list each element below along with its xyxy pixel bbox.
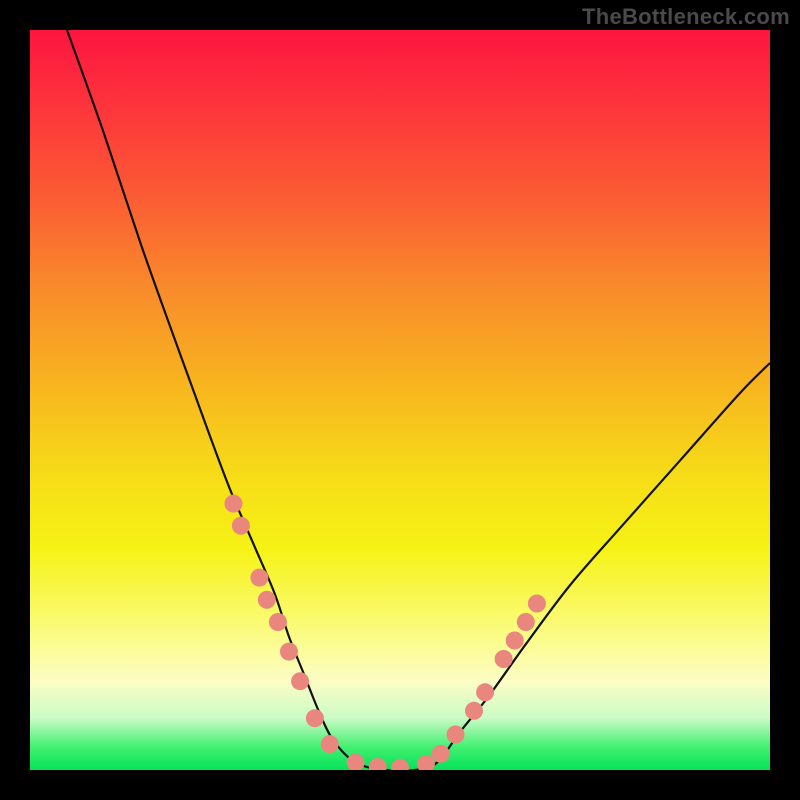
curve-marker (528, 595, 546, 613)
plot-area (30, 30, 770, 770)
curve-marker (258, 591, 276, 609)
watermark-text: TheBottleneck.com (582, 4, 790, 30)
curve-marker (306, 709, 324, 727)
chart-stage: TheBottleneck.com (0, 0, 800, 800)
curve-marker (321, 735, 339, 753)
curve-marker (465, 702, 483, 720)
curve-marker (291, 672, 309, 690)
curve-marker (347, 754, 365, 770)
curve-marker (369, 758, 387, 770)
curve-marker (476, 683, 494, 701)
curve-marker (280, 643, 298, 661)
curve-marker (225, 495, 243, 513)
curve-markers (30, 30, 770, 770)
curve-marker (391, 759, 409, 770)
curve-marker (495, 650, 513, 668)
curve-marker (250, 569, 268, 587)
curve-marker (417, 755, 435, 770)
curve-marker (517, 613, 535, 631)
curve-marker (232, 517, 250, 535)
curve-marker (269, 613, 287, 631)
curve-marker (506, 632, 524, 650)
curve-marker (447, 726, 465, 744)
curve-marker (432, 745, 450, 763)
